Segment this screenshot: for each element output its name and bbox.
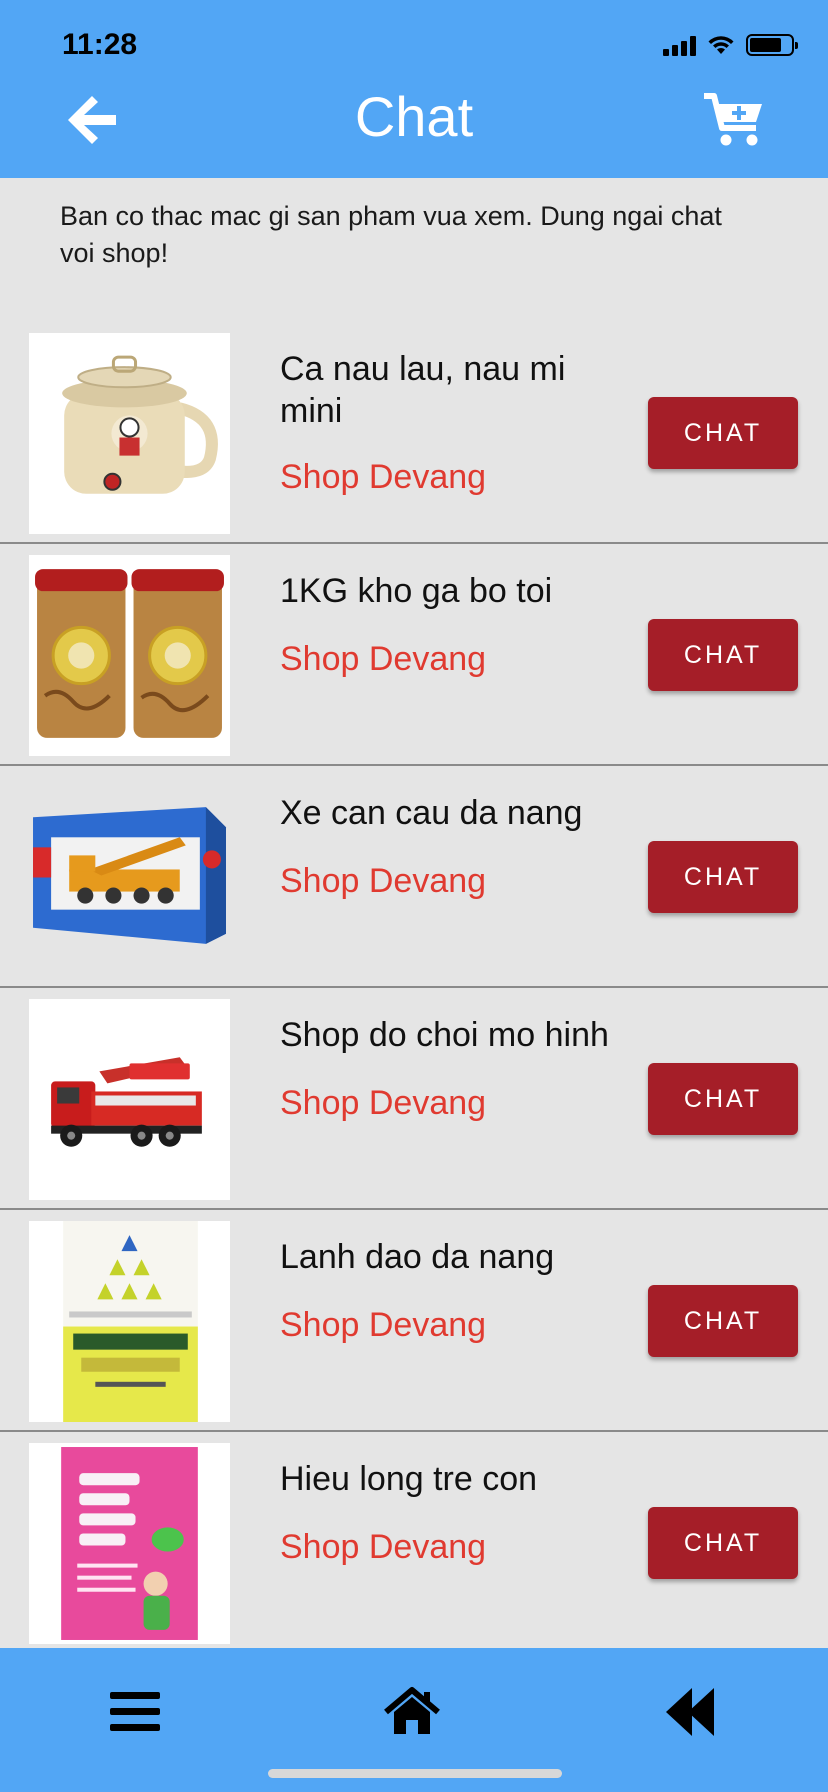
chat-button[interactable]: CHAT bbox=[648, 397, 798, 469]
cart-plus-icon bbox=[704, 93, 762, 146]
shop-name[interactable]: Shop Devang bbox=[280, 1084, 486, 1123]
shop-name[interactable]: Shop Devang bbox=[280, 640, 486, 679]
wifi-icon bbox=[708, 36, 734, 54]
menu-button[interactable] bbox=[106, 1684, 166, 1740]
cellular-signal-icon bbox=[663, 34, 696, 56]
product-name: 1KG kho ga bo toi bbox=[280, 572, 553, 610]
chat-button[interactable]: CHAT bbox=[648, 1063, 798, 1135]
rewind-button[interactable] bbox=[662, 1684, 722, 1740]
crane-truck-toy-image bbox=[29, 777, 230, 978]
electric-cooker-image bbox=[29, 333, 230, 534]
top-bar: 11:28 Chat bbox=[0, 0, 828, 178]
dried-chicken-jars-image bbox=[29, 555, 230, 756]
list-item: Ca nau lau, nau mi mini Shop Devang CHAT bbox=[0, 322, 828, 544]
home-icon bbox=[384, 1687, 440, 1734]
list-item: Lanh dao da nang Shop Devang CHAT bbox=[0, 1210, 828, 1432]
shop-name[interactable]: Shop Devang bbox=[280, 458, 486, 497]
list-item: Shop do choi mo hinh Shop Devang CHAT bbox=[0, 988, 828, 1210]
battery-icon bbox=[746, 34, 798, 56]
shop-name[interactable]: Shop Devang bbox=[280, 862, 486, 901]
book-cover-children-image bbox=[29, 1443, 230, 1644]
intro-text: Ban co thac mac gi san pham vua xem. Dun… bbox=[60, 201, 722, 268]
chat-button[interactable]: CHAT bbox=[648, 619, 798, 691]
list-item: Hieu long tre con Shop Devang CHAT bbox=[0, 1432, 828, 1654]
book-cover-leadership-image bbox=[29, 1221, 230, 1422]
fire-truck-toy-image bbox=[29, 999, 230, 1200]
home-button[interactable] bbox=[382, 1684, 442, 1740]
list-item: Xe can cau da nang Shop Devang CHAT bbox=[0, 766, 828, 988]
product-name: Hieu long tre con bbox=[280, 1460, 538, 1498]
list-item: 1KG kho ga bo toi Shop Devang CHAT bbox=[0, 544, 828, 766]
product-name: Xe can cau da nang bbox=[280, 794, 583, 832]
status-time: 11:28 bbox=[62, 28, 138, 61]
bottom-nav bbox=[0, 1648, 828, 1792]
chat-button[interactable]: CHAT bbox=[648, 1507, 798, 1579]
chat-button[interactable]: CHAT bbox=[648, 1285, 798, 1357]
product-name: Shop do choi mo hinh bbox=[280, 1016, 609, 1054]
shop-name[interactable]: Shop Devang bbox=[280, 1306, 486, 1345]
shop-name[interactable]: Shop Devang bbox=[280, 1528, 486, 1567]
rewind-icon bbox=[666, 1688, 714, 1736]
product-name: Ca nau lau, nau mi mini bbox=[280, 350, 566, 430]
product-list: Ca nau lau, nau mi mini Shop Devang CHAT… bbox=[0, 322, 828, 1654]
menu-icon bbox=[110, 1692, 160, 1731]
cart-button[interactable] bbox=[702, 90, 766, 150]
product-name: Lanh dao da nang bbox=[280, 1238, 555, 1276]
home-indicator bbox=[268, 1769, 562, 1778]
status-icons bbox=[663, 34, 798, 56]
chat-button[interactable]: CHAT bbox=[648, 841, 798, 913]
